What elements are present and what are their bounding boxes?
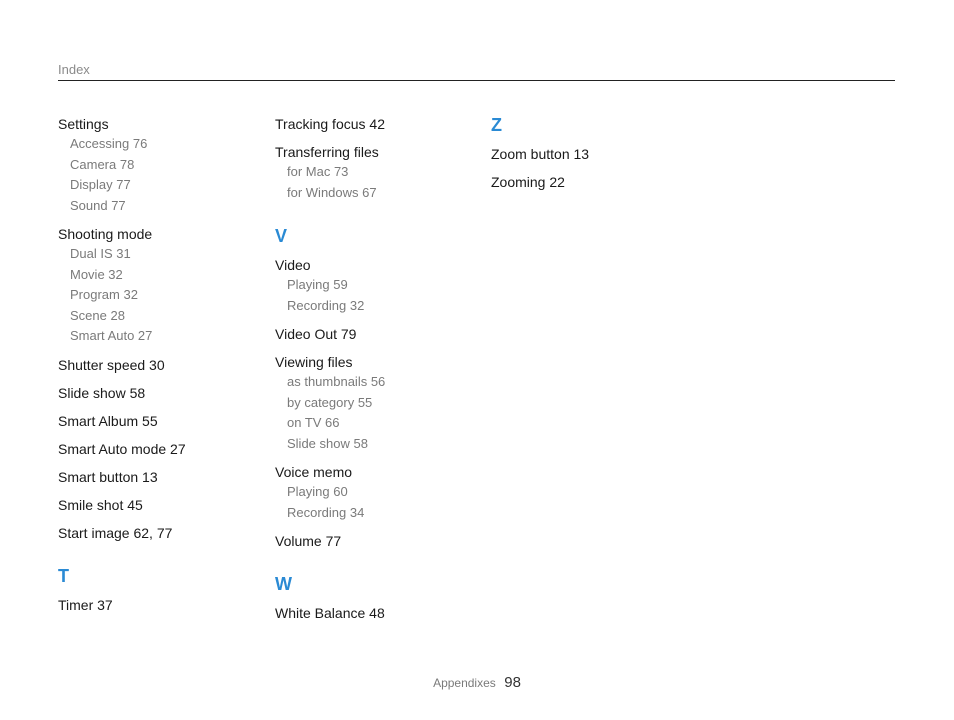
page-number: 98	[504, 674, 521, 691]
index-entry-term: Smart Album 55	[58, 412, 158, 429]
index-subentry: Smart Auto 27	[70, 328, 153, 343]
index-entry: Zooming 22	[491, 172, 696, 192]
page-footer: Appendixes 98	[0, 674, 954, 692]
index-column-1: Settings Accessing 76 Camera 78 Display 77 S…	[58, 114, 263, 623]
index-subentry: Recording 34	[287, 504, 365, 520]
index-subentry: Scene 28	[70, 307, 125, 323]
index-subentry: Recording 32	[287, 297, 365, 313]
index-entry-term: Shooting mode	[58, 226, 153, 242]
index-entry-term: Zoom button 13	[491, 146, 590, 162]
index-subentry: Accessing 76	[70, 136, 148, 151]
index-subentry: Program 32	[70, 287, 138, 302]
index-entry-term: Video Out 79	[275, 326, 357, 342]
index-entry: Zoom button 13	[491, 144, 696, 164]
index-subentry: Camera 78	[70, 156, 135, 172]
index-entry: Transferring files for Mac 73 for Windows …	[275, 142, 480, 203]
index-entry-term: Slide show 58	[58, 384, 146, 401]
index-entry: Start image 62, 77	[58, 523, 263, 543]
index-entry-term: Viewing files	[275, 354, 353, 370]
index-section-letter: Z	[491, 115, 502, 135]
index-entry: Shutter speed 30	[58, 355, 263, 375]
index-entry: Slide show 58	[58, 383, 263, 403]
index-subentry: Slide show 58	[287, 435, 368, 451]
index-entry: Video Playing 59 Recording 32	[275, 255, 480, 316]
index-section-letter: W	[275, 574, 292, 594]
index-entry-term: Start image 62, 77	[58, 524, 173, 541]
index-entry-term: Transferring files	[275, 144, 379, 160]
index-subentry: Sound 77	[70, 197, 126, 213]
header-divider	[58, 80, 895, 81]
index-entry-term: Zooming 22	[491, 174, 565, 190]
index-entry-term: White Balance 48	[275, 605, 385, 621]
index-entry-term: Volume 77	[275, 533, 342, 549]
index-entry: Smart Album 55	[58, 411, 263, 431]
index-subentry: Movie 32	[70, 266, 123, 282]
index-entry: Smart Auto mode 27	[58, 439, 263, 459]
index-column-3: Z Zoom button 13 Zooming 22	[491, 114, 696, 200]
index-entry-term: Voice memo	[275, 464, 353, 480]
index-subentry: Dual IS 31	[70, 246, 131, 261]
index-entry-term: Shutter speed 30	[58, 356, 165, 373]
index-subentry: for Windows 67	[287, 184, 377, 200]
index-subentry: on TV 66	[287, 415, 340, 430]
index-entry: White Balance 48	[275, 603, 480, 623]
index-entry: Voice memo Playing 60 Recording 34	[275, 462, 480, 523]
index-entry: Smart button 13	[58, 467, 263, 487]
index-entry-term: Settings	[58, 116, 109, 132]
index-entry-term: Tracking focus 42	[275, 116, 385, 132]
index-subentry: by category 55	[287, 394, 373, 410]
index-section-letter: T	[58, 565, 69, 586]
index-entry: Viewing files as thumbnails 56 by category…	[275, 352, 480, 454]
index-subentry: for Mac 73	[287, 164, 349, 179]
index-entry: Volume 77	[275, 531, 480, 551]
index-entry: Video Out 79	[275, 324, 480, 344]
index-subentry: Display 77	[70, 177, 131, 192]
index-entry: Tracking focus 42	[275, 114, 480, 134]
index-entry-term: Smile shot 45	[58, 496, 143, 513]
index-entry-term: Smart Auto mode 27	[58, 440, 186, 457]
index-section-letter: V	[275, 226, 288, 246]
index-entry: Settings Accessing 76 Camera 78 Display 77 S…	[58, 114, 263, 216]
index-entry: Shooting mode Dual IS 31 Movie 32 Program 3…	[58, 224, 263, 347]
index-subentry: Playing 60	[287, 484, 348, 499]
page-header-label: Index	[58, 62, 90, 77]
footer-section-label: Appendixes	[433, 676, 496, 690]
index-subentry: as thumbnails 56	[287, 374, 386, 389]
index-entry-term: Smart button 13	[58, 468, 158, 485]
index-entry: Smile shot 45	[58, 495, 263, 515]
index-entry-term: Video	[275, 257, 311, 273]
index-entry-term: Timer 37	[58, 596, 113, 613]
index-subentry: Playing 59	[287, 277, 348, 292]
index-entry: Timer 37	[58, 595, 263, 615]
index-column-2: Tracking focus 42 Transferring files for M…	[275, 114, 480, 631]
